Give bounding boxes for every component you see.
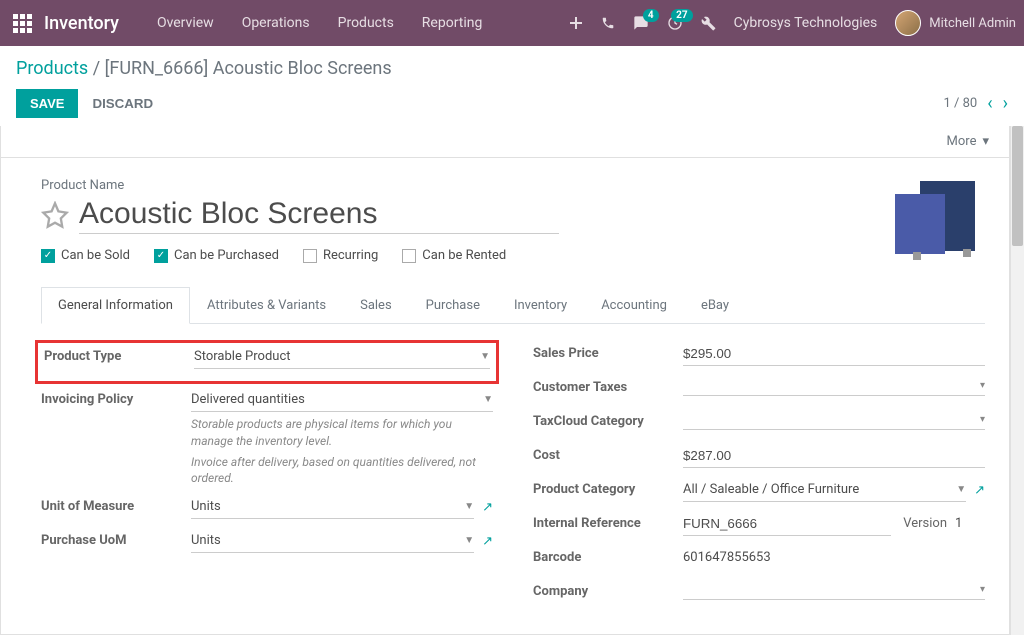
more-dropdown[interactable]: More ▾ — [947, 134, 989, 149]
caret-down-icon: ▾ — [980, 584, 985, 595]
plus-icon[interactable] — [569, 16, 583, 30]
phone-icon[interactable] — [601, 16, 615, 30]
product-name-label: Product Name — [41, 178, 985, 193]
tab-purchase[interactable]: Purchase — [409, 287, 497, 324]
avatar — [895, 10, 921, 36]
pager-prev-icon[interactable]: ‹ — [987, 93, 992, 114]
recurring-checkbox[interactable]: Recurring — [303, 248, 378, 263]
caret-down-icon: ▾ — [980, 414, 985, 425]
external-link-icon[interactable]: ↗ — [482, 534, 493, 549]
nav-operations[interactable]: Operations — [228, 15, 324, 31]
purchase-uom-label: Purchase UoM — [41, 529, 191, 548]
tab-accounting[interactable]: Accounting — [584, 287, 684, 324]
product-name-input[interactable] — [79, 195, 559, 234]
help-text-invoice: Invoice after delivery, based on quantit… — [191, 454, 493, 488]
cost-label: Cost — [533, 444, 683, 463]
pager-text[interactable]: 1 / 80 — [943, 96, 977, 111]
product-type-select[interactable]: Storable Product▼ — [194, 345, 490, 369]
discard-button[interactable]: DISCARD — [92, 96, 153, 111]
tab-inventory[interactable]: Inventory — [497, 287, 584, 324]
uom-select[interactable]: Units▼ — [191, 495, 474, 519]
messages-icon[interactable]: 4 — [633, 15, 649, 31]
product-type-label: Product Type — [44, 345, 194, 364]
invoicing-policy-label: Invoicing Policy — [41, 388, 191, 407]
tab-ebay[interactable]: eBay — [684, 287, 746, 324]
chevron-down-icon: ▾ — [982, 134, 989, 149]
top-navbar: Inventory Overview Operations Products R… — [0, 0, 1024, 46]
product-category-select[interactable]: All / Saleable / Office Furniture▼ — [683, 478, 966, 502]
help-text-storable: Storable products are physical items for… — [191, 416, 493, 450]
barcode-label: Barcode — [533, 546, 683, 565]
product-image[interactable] — [885, 176, 985, 266]
user-menu[interactable]: Mitchell Admin — [895, 10, 1016, 36]
nav-reporting[interactable]: Reporting — [408, 15, 497, 31]
company-selector[interactable]: Cybrosys Technologies — [734, 15, 878, 31]
activities-icon[interactable]: 27 — [667, 15, 683, 31]
version-value: 1 — [955, 512, 985, 536]
nav-products[interactable]: Products — [324, 15, 408, 31]
customer-taxes-label: Customer Taxes — [533, 376, 683, 395]
scrollbar-thumb[interactable] — [1012, 126, 1023, 246]
caret-down-icon: ▼ — [956, 484, 966, 495]
form-sheet: More ▾ Product Name EN ✓Can be Sold ✓Can… — [0, 126, 1010, 635]
tab-general-information[interactable]: General Information — [41, 287, 190, 324]
external-link-icon[interactable]: ↗ — [974, 483, 985, 498]
cost-input[interactable] — [683, 444, 985, 468]
can-be-rented-checkbox[interactable]: Can be Rented — [402, 248, 506, 263]
favorite-star-icon[interactable] — [41, 201, 69, 229]
caret-down-icon: ▾ — [980, 380, 985, 391]
tab-sales[interactable]: Sales — [343, 287, 409, 324]
tabs: General Information Attributes & Variant… — [41, 287, 985, 324]
breadcrumb: Products / [FURN_6666] Acoustic Bloc Scr… — [16, 58, 1008, 79]
sales-price-label: Sales Price — [533, 342, 683, 361]
vertical-scrollbar[interactable] — [1010, 126, 1024, 635]
caret-down-icon: ▼ — [464, 501, 474, 512]
breadcrumb-current: [FURN_6666] Acoustic Bloc Screens — [105, 58, 392, 79]
pager-next-icon[interactable]: › — [1003, 93, 1008, 114]
can-be-purchased-checkbox[interactable]: ✓Can be Purchased — [154, 248, 279, 263]
messages-badge: 4 — [643, 9, 659, 22]
sales-price-input[interactable] — [683, 342, 985, 366]
invoicing-policy-select[interactable]: Delivered quantities▼ — [191, 388, 493, 412]
activities-badge: 27 — [671, 9, 692, 22]
breadcrumb-root[interactable]: Products — [16, 58, 88, 79]
uom-label: Unit of Measure — [41, 495, 191, 514]
tab-attributes-variants[interactable]: Attributes & Variants — [190, 287, 343, 324]
can-be-sold-checkbox[interactable]: ✓Can be Sold — [41, 248, 130, 263]
nav-overview[interactable]: Overview — [143, 15, 228, 31]
save-button[interactable]: SAVE — [16, 89, 78, 118]
company-label: Company — [533, 580, 683, 599]
taxcloud-label: TaxCloud Category — [533, 410, 683, 429]
caret-down-icon: ▼ — [464, 535, 474, 546]
caret-down-icon: ▼ — [480, 351, 490, 362]
app-title[interactable]: Inventory — [44, 13, 119, 34]
customer-taxes-select[interactable]: ▾ — [683, 376, 985, 396]
internal-reference-input[interactable] — [683, 512, 891, 536]
purchase-uom-select[interactable]: Units▼ — [191, 529, 474, 553]
product-type-highlight: Product Type Storable Product▼ — [35, 340, 499, 384]
external-link-icon[interactable]: ↗ — [482, 500, 493, 515]
version-label: Version — [891, 512, 955, 536]
internal-reference-label: Internal Reference — [533, 512, 683, 531]
apps-menu-icon[interactable] — [8, 9, 36, 37]
taxcloud-select[interactable]: ▾ — [683, 410, 985, 430]
user-name: Mitchell Admin — [929, 16, 1016, 31]
company-select[interactable]: ▾ — [683, 580, 985, 600]
barcode-value: 601647855653 — [683, 546, 985, 569]
product-category-label: Product Category — [533, 478, 683, 497]
settings-wrench-icon[interactable] — [701, 16, 716, 31]
caret-down-icon: ▼ — [483, 394, 493, 405]
